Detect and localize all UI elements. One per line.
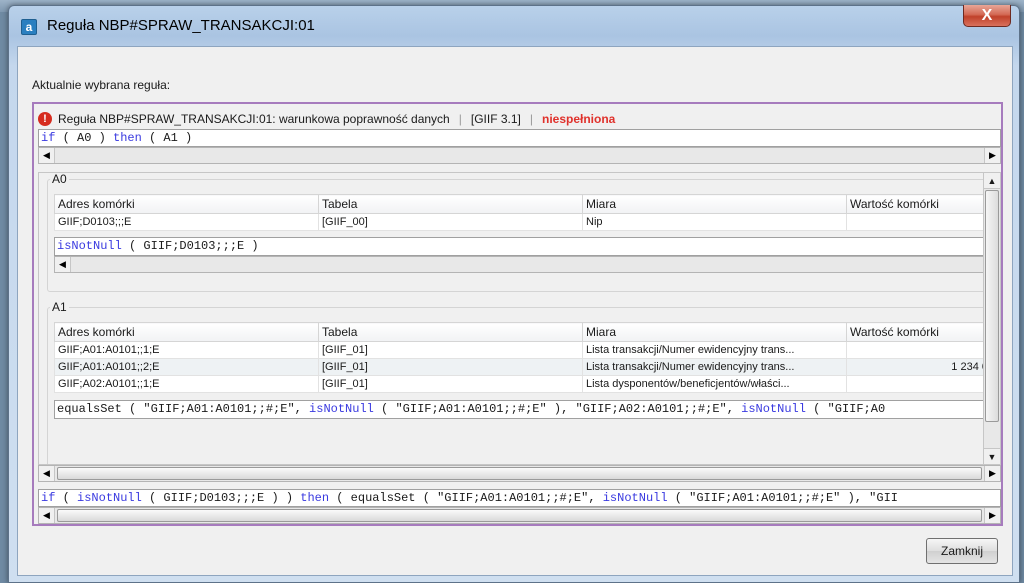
a0-expression-hscrollbar[interactable]: ◀	[54, 256, 991, 273]
column-header-table[interactable]: Tabela	[318, 322, 583, 342]
scroll-left-arrow[interactable]: ◀	[39, 466, 55, 481]
scroll-right-arrow[interactable]: ▶	[984, 148, 1000, 163]
operands-vscrollbar[interactable]: ▲ ▼	[983, 173, 1000, 464]
rule-panel: ! Reguła NBP#SPRAW_TRANSAKCJI:01: warunk…	[32, 102, 1003, 526]
column-header-measure[interactable]: Miara	[582, 194, 847, 214]
app-icon: a	[21, 19, 37, 35]
scroll-left-arrow[interactable]: ◀	[39, 508, 55, 523]
cell-address: GIIF;A02:A0101;;1;E	[54, 375, 319, 393]
operands-scroll-area[interactable]: A0 Adres komórki Tabela Miara Wartość ko…	[38, 172, 1001, 465]
separator: |	[529, 112, 533, 126]
table-row[interactable]: GIIF;D0103;;;E [GIIF_00] Nip	[54, 213, 992, 231]
scroll-up-arrow[interactable]: ▲	[984, 173, 1000, 189]
hscroll-thumb[interactable]	[57, 467, 982, 480]
cell-measure: Nip	[582, 213, 847, 231]
a0-table: Adres komórki Tabela Miara Wartość komór…	[54, 194, 992, 231]
column-header-value[interactable]: Wartość komórki	[846, 322, 992, 342]
current-rule-label: Aktualnie wybrana reguła:	[32, 78, 171, 92]
column-header-table[interactable]: Tabela	[318, 194, 583, 214]
a0-expression-box[interactable]: isNotNull ( GIIF;D0103;;;E )	[54, 237, 991, 256]
rule-framework: [GIIF 3.1]	[470, 112, 521, 126]
cell-table: [GIIF_01]	[318, 358, 583, 376]
scroll-left-arrow[interactable]: ◀	[55, 257, 71, 272]
rule-dialog: a Reguła NBP#SPRAW_TRANSAKCJI:01 X Aktua…	[8, 5, 1020, 583]
table-header-row: Adres komórki Tabela Miara Wartość komór…	[54, 194, 992, 214]
error-icon: !	[38, 112, 52, 126]
cell-address: GIIF;A01:A0101;;2;E	[54, 358, 319, 376]
cell-value: 1 234 0	[846, 358, 992, 376]
cell-address: GIIF;D0103;;;E	[54, 213, 319, 231]
column-header-address[interactable]: Adres komórki	[54, 322, 319, 342]
table-row[interactable]: GIIF;A02:A0101;;1;E [GIIF_01] Lista dysp…	[54, 375, 992, 393]
cell-measure: Lista dysponentów/beneficjentów/właści..…	[582, 375, 847, 393]
full-expression-hscrollbar[interactable]: ◀ ▶	[38, 507, 1001, 524]
full-expression-box[interactable]: if ( isNotNull ( GIIF;D0103;;;E ) ) then…	[38, 489, 1001, 507]
title-bar[interactable]: a Reguła NBP#SPRAW_TRANSAKCJI:01 X	[9, 5, 1019, 46]
cell-table: [GIIF_01]	[318, 375, 583, 393]
group-a1: A1 Adres komórki Tabela Miara Wartość ko…	[47, 300, 992, 464]
a1-expression-box[interactable]: equalsSet ( "GIIF;A01:A0101;;#;E", isNot…	[54, 400, 991, 419]
scroll-down-arrow[interactable]: ▼	[984, 448, 1000, 464]
operands-hscrollbar[interactable]: ◀ ▶	[38, 465, 1001, 482]
a1-expression: equalsSet ( "GIIF;A01:A0101;;#;E", isNot…	[57, 402, 886, 416]
column-header-value[interactable]: Wartość komórki	[846, 194, 992, 214]
cell-measure: Lista transakcji/Numer ewidencyjny trans…	[582, 358, 847, 376]
cell-table: [GIIF_00]	[318, 213, 583, 231]
table-header-row: Adres komórki Tabela Miara Wartość komór…	[54, 322, 992, 342]
cell-value	[846, 375, 992, 393]
rule-expression-box[interactable]: if ( A0 ) then ( A1 )	[38, 129, 1001, 147]
cell-value	[846, 341, 992, 359]
cell-measure: Lista transakcji/Numer ewidencyjny trans…	[582, 341, 847, 359]
close-window-button[interactable]: X	[963, 5, 1011, 27]
full-expression: if ( isNotNull ( GIIF;D0103;;;E ) ) then…	[41, 491, 898, 505]
a0-expression: isNotNull ( GIIF;D0103;;;E )	[57, 239, 259, 253]
rule-header-text: Reguła NBP#SPRAW_TRANSAKCJI:01: warunkow…	[58, 112, 450, 126]
scroll-right-arrow[interactable]: ▶	[984, 466, 1000, 481]
cell-address: GIIF;A01:A0101;;1;E	[54, 341, 319, 359]
cell-value	[846, 213, 992, 231]
table-row[interactable]: GIIF;A01:A0101;;1;E [GIIF_01] Lista tran…	[54, 341, 992, 359]
scroll-left-arrow[interactable]: ◀	[39, 148, 55, 163]
vscroll-thumb[interactable]	[985, 190, 999, 422]
group-a1-label: A1	[50, 300, 69, 314]
rule-status: niespełniona	[542, 112, 616, 126]
dialog-client-area: Aktualnie wybrana reguła: ! Reguła NBP#S…	[17, 46, 1013, 576]
scroll-right-arrow[interactable]: ▶	[984, 508, 1000, 523]
group-a0-label: A0	[50, 172, 69, 186]
cell-table: [GIIF_01]	[318, 341, 583, 359]
table-row[interactable]: GIIF;A01:A0101;;2;E [GIIF_01] Lista tran…	[54, 358, 992, 376]
window-title: Reguła NBP#SPRAW_TRANSAKCJI:01	[47, 17, 315, 34]
rule-header: ! Reguła NBP#SPRAW_TRANSAKCJI:01: warunk…	[38, 111, 615, 127]
hscroll-thumb[interactable]	[57, 509, 982, 522]
separator: |	[458, 112, 462, 126]
group-a0: A0 Adres komórki Tabela Miara Wartość ko…	[47, 173, 992, 292]
rule-expression: if ( A0 ) then ( A1 )	[41, 131, 193, 145]
column-header-address[interactable]: Adres komórki	[54, 194, 319, 214]
rule-expression-hscrollbar[interactable]: ◀ ▶	[38, 147, 1001, 164]
column-header-measure[interactable]: Miara	[582, 322, 847, 342]
close-button[interactable]: Zamknij	[926, 538, 998, 564]
a1-table: Adres komórki Tabela Miara Wartość komór…	[54, 322, 992, 393]
